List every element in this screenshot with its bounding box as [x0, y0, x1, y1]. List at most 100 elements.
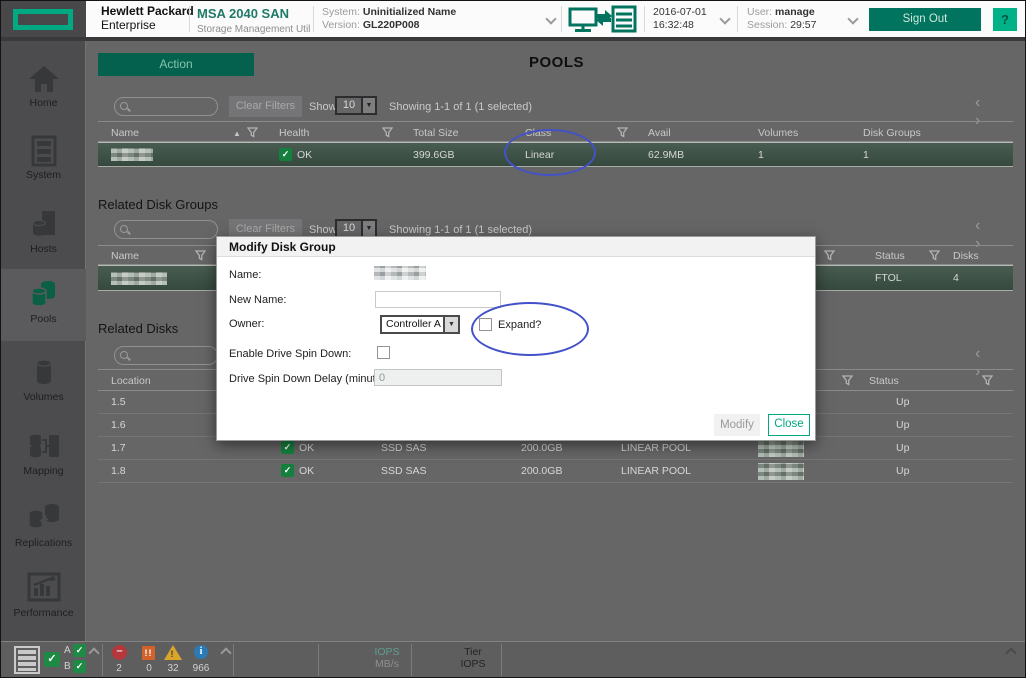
filter-icon[interactable] [617, 127, 628, 138]
dropdown-arrow-icon: ▼ [361, 221, 375, 236]
sort-asc-icon[interactable]: ▲ [233, 129, 241, 138]
show-select-value: 10 [342, 99, 356, 111]
pool-volumes: 1 [758, 149, 764, 161]
spin-down-delay-label: Drive Spin Down Delay (minutes): [229, 373, 395, 385]
sidebar-item-mapping[interactable]: Mapping [1, 425, 86, 489]
header-bottom-strip [1, 37, 1025, 41]
disk-size: 200.0GB [521, 442, 563, 454]
sidebar-nav: Home System Hosts Pools Volumes Mapping … [1, 41, 86, 641]
col-header-avail[interactable]: Avail [648, 127, 671, 139]
enclosure-health-check-icon: ✓ [44, 652, 60, 667]
chevron-up-icon[interactable] [88, 647, 100, 659]
filter-icon[interactable] [842, 375, 853, 386]
sidebar-item-label: Pools [30, 313, 57, 325]
home-icon [28, 66, 59, 92]
footer-status-bar: ✓ A ✓ B ✓ – 2 !! 0 ! 32 i 966 IOPS MB/s … [1, 641, 1025, 677]
sidebar-item-replications[interactable]: Replications [1, 493, 86, 561]
enclosure-icon[interactable] [14, 646, 40, 674]
disk-usage: LINEAR POOL [621, 465, 692, 477]
critical-events-icon[interactable]: – [112, 645, 127, 660]
sign-out-button[interactable]: Sign Out [869, 8, 981, 31]
page-title: POOLS [528, 54, 584, 71]
controller-b-check-icon: ✓ [73, 660, 86, 673]
tier-iops-widget[interactable]: Tier IOPS [443, 646, 503, 670]
filter-icon[interactable] [982, 375, 993, 386]
user-label: User: [747, 6, 773, 18]
dialog-name-redacted [374, 266, 426, 280]
new-name-field[interactable] [375, 291, 501, 308]
filter-icon[interactable] [195, 250, 206, 261]
rd-search-input[interactable] [133, 348, 213, 363]
warning-events-icon[interactable]: ! [164, 645, 182, 660]
chevron-down-icon[interactable] [719, 13, 731, 25]
modify-disk-group-dialog: Modify Disk Group Name: New Name: Owner:… [216, 236, 816, 441]
col-header-name[interactable]: Name [111, 250, 139, 262]
pools-pagination[interactable]: ‹ › [975, 94, 1025, 130]
filter-icon[interactable] [929, 250, 940, 261]
spin-down-checkbox[interactable] [377, 346, 390, 359]
disk-status: Up [896, 396, 910, 408]
sidebar-item-system[interactable]: System [1, 131, 86, 197]
system-connection-icon[interactable] [567, 5, 639, 38]
disk-row[interactable]: 1.8 ✓ OK SSD SAS 200.0GB LINEAR POOL Up [98, 460, 1013, 483]
error-count: 0 [146, 663, 152, 674]
col-header-total-size[interactable]: Total Size [413, 127, 459, 139]
name-label: Name: [229, 269, 262, 281]
sidebar-item-pools[interactable]: Pools [1, 269, 86, 341]
filter-icon[interactable] [247, 127, 258, 138]
hpe-logo-icon [13, 9, 73, 30]
iops-mbs-widget[interactable]: IOPS MB/s [357, 646, 417, 670]
filter-icon[interactable] [382, 127, 393, 138]
sidebar-item-home[interactable]: Home [1, 59, 86, 125]
chevron-up-icon[interactable] [220, 647, 232, 659]
chevron-up-icon[interactable] [1005, 647, 1017, 659]
col-header-health[interactable]: Health [279, 127, 309, 139]
pools-clear-filters-button[interactable]: Clear Filters [229, 96, 302, 117]
disk-status: Up [896, 442, 910, 454]
volumes-icon [35, 359, 52, 384]
disk-description: SSD SAS [381, 442, 427, 454]
dialog-title-bar: Modify Disk Group [217, 237, 815, 257]
brand-block [1, 1, 86, 37]
disk-description: SSD SAS [381, 465, 427, 477]
sidebar-item-label: Volumes [23, 391, 64, 403]
help-button[interactable]: ? [993, 8, 1017, 31]
pool-name-redacted [111, 148, 153, 161]
pools-table-row[interactable] [98, 142, 1013, 167]
session-value: 29:57 [790, 19, 817, 31]
replications-icon [27, 504, 59, 529]
chevron-down-icon[interactable] [847, 13, 859, 25]
pool-total-size: 399.6GB [413, 149, 455, 161]
sidebar-item-performance[interactable]: Performance [1, 565, 86, 633]
header-divider [561, 6, 562, 32]
expand-checkbox[interactable] [479, 318, 492, 331]
dropdown-arrow-icon: ▼ [361, 98, 375, 113]
filter-icon[interactable] [824, 250, 835, 261]
modify-button[interactable]: Modify [714, 414, 760, 436]
footer-divider [233, 644, 234, 676]
sidebar-item-hosts[interactable]: Hosts [1, 205, 86, 269]
brand-name: Hewlett Packard Enterprise [101, 4, 194, 32]
pools-show-select[interactable]: 10 ▼ [335, 96, 377, 115]
rdg-pagination[interactable]: ‹ › [975, 217, 1025, 253]
col-header-disks[interactable]: Disks [953, 250, 979, 262]
col-header-disk-groups[interactable]: Disk Groups [863, 127, 921, 139]
dropdown-arrow-icon: ▼ [443, 317, 458, 332]
col-header-name[interactable]: Name [111, 127, 139, 139]
error-events-icon[interactable]: !! [142, 646, 155, 660]
disk-group-name-redacted [758, 463, 804, 480]
sidebar-item-volumes[interactable]: Volumes [1, 353, 86, 415]
col-header-volumes[interactable]: Volumes [758, 127, 798, 139]
col-header-location[interactable]: Location [111, 375, 151, 387]
close-button[interactable]: Close [768, 414, 810, 436]
owner-select[interactable]: Controller A ▼ [380, 315, 460, 334]
chevron-down-icon[interactable] [545, 13, 557, 25]
col-header-status[interactable]: Status [875, 250, 905, 262]
col-header-class[interactable]: Class [525, 127, 551, 139]
user-session-block: User: manage Session: 29:57 [747, 6, 816, 32]
disk-location: 1.6 [111, 419, 126, 431]
rdg-search-input[interactable] [133, 222, 213, 237]
col-header-status[interactable]: Status [869, 375, 899, 387]
info-events-icon[interactable]: i [194, 645, 208, 659]
pools-search-input[interactable] [133, 99, 213, 114]
